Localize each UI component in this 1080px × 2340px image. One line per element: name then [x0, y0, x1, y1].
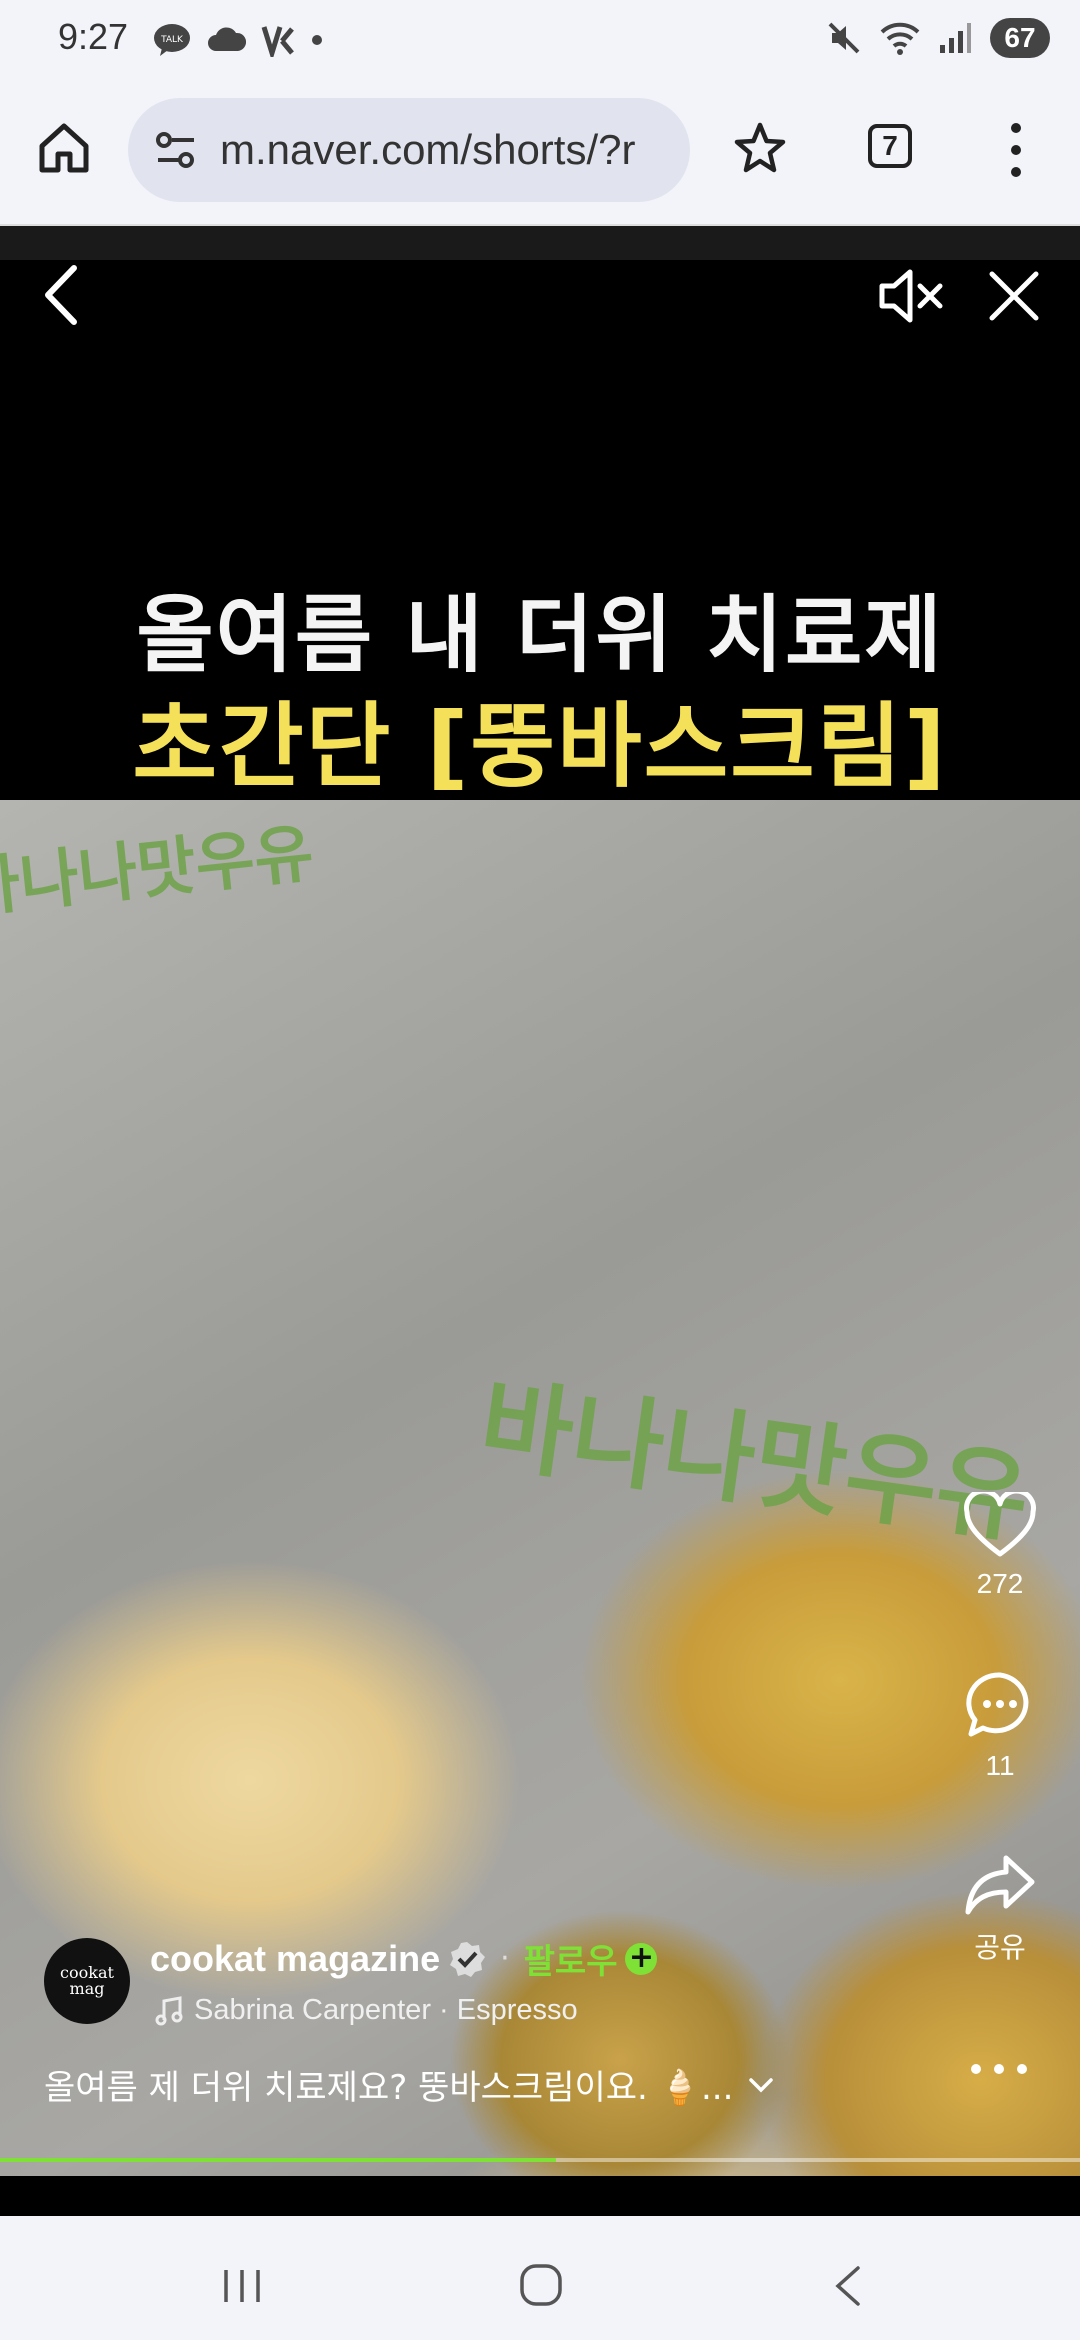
- video-description[interactable]: 올여름 제 더위 치료제요? 뚱바스크림이요. 🍦...: [44, 2060, 775, 2109]
- wifi-icon: [880, 22, 920, 55]
- site-settings-icon[interactable]: [154, 128, 198, 172]
- video-progress-fill: [0, 2158, 557, 2162]
- video-progress-bar[interactable]: [0, 2158, 1080, 2162]
- comment-count: 11: [985, 1750, 1015, 1781]
- like-count: 272: [976, 1568, 1024, 1599]
- address-bar[interactable]: m.naver.com/shorts/?r: [128, 98, 690, 202]
- plus-icon[interactable]: +: [625, 1942, 658, 1975]
- channel-avatar[interactable]: cookat mag: [44, 1938, 130, 2024]
- mute-icon: [828, 22, 860, 54]
- status-right-icons: 67: [826, 18, 1050, 58]
- browser-toolbar: m.naver.com/shorts/?r 7: [0, 80, 1080, 226]
- separator-dot: ·: [500, 1941, 510, 1976]
- more-vert-icon[interactable]: [996, 118, 1036, 182]
- music-text: Sabrina Carpenter · Espresso: [194, 1994, 578, 2026]
- system-nav-bar: [0, 2216, 1080, 2340]
- video-caption-line1: 올여름 내 더위 치료제: [136, 586, 944, 684]
- back-arrow-icon[interactable]: [36, 260, 86, 330]
- video-bottom-strip: [0, 2176, 1080, 2216]
- verified-badge-icon: [450, 1941, 486, 1977]
- recent-apps-icon[interactable]: [218, 2266, 266, 2306]
- comment-icon: [966, 1672, 1029, 1737]
- tab-switcher-button[interactable]: 7: [868, 124, 912, 168]
- signal-icon: [940, 23, 971, 53]
- share-label: 공유: [974, 1932, 1026, 1963]
- home-icon[interactable]: [36, 120, 92, 176]
- more-horiz-icon[interactable]: [968, 2054, 1030, 2084]
- kakaotalk-icon: TALK: [154, 24, 190, 56]
- status-left-icons: TALK: [152, 22, 324, 58]
- like-button[interactable]: 272: [950, 1488, 1050, 1600]
- music-note-icon: [155, 1995, 183, 2025]
- close-icon[interactable]: [986, 268, 1042, 324]
- cloud-icon: [208, 27, 246, 51]
- status-bar: 9:27 TALK 67: [0, 0, 1080, 80]
- status-time: 9:27: [58, 16, 129, 57]
- channel-row: cookat magazine · 팔로우 +: [150, 1934, 658, 1983]
- follow-button[interactable]: 팔로우: [524, 1934, 618, 1983]
- heart-icon: [964, 1488, 1036, 1557]
- battery-icon: 67: [990, 18, 1050, 58]
- chevron-down-icon[interactable]: [747, 2071, 775, 2099]
- share-arrow-icon: [965, 1855, 1035, 1915]
- home-nav-icon[interactable]: [518, 2262, 564, 2308]
- dot-icon: [312, 35, 322, 45]
- bookmark-star-icon[interactable]: [732, 120, 788, 176]
- description-text: 올여름 제 더위 치료제요? 뚱바스크림이요. 🍦...: [44, 2068, 734, 2108]
- svg-text:TALK: TALK: [160, 35, 184, 45]
- video-caption-line2: 초간단 [뚱바스크림]: [132, 693, 948, 800]
- video-top-strip: [0, 226, 1080, 260]
- back-nav-icon[interactable]: [830, 2264, 866, 2308]
- comment-button[interactable]: 11: [950, 1670, 1050, 1782]
- vpn-icon: [261, 26, 294, 57]
- volume-off-icon[interactable]: [876, 266, 946, 326]
- music-info[interactable]: Sabrina Carpenter · Espresso: [154, 1994, 578, 2027]
- url-text[interactable]: m.naver.com/shorts/?r: [220, 126, 672, 174]
- cup-label-text: 바나나맛우유: [0, 816, 317, 928]
- channel-name[interactable]: cookat magazine: [150, 1938, 440, 1980]
- share-button[interactable]: 공유: [950, 1852, 1050, 1966]
